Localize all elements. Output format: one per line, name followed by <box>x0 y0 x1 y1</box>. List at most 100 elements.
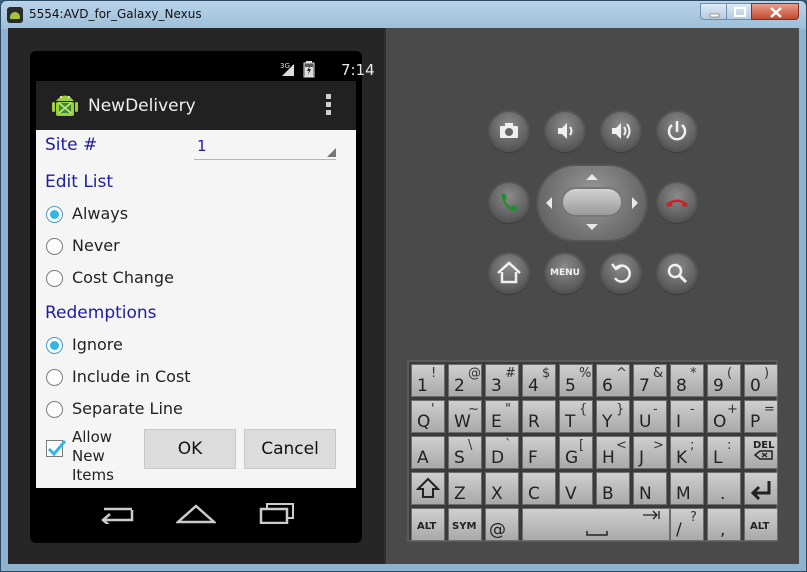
maximize-button[interactable] <box>726 3 752 20</box>
key-4[interactable]: 4 $ <box>522 364 556 397</box>
key-i[interactable]: I- <box>670 400 704 433</box>
key-7[interactable]: 7 & <box>633 364 667 397</box>
key-0[interactable]: 0) <box>744 364 778 397</box>
key-w[interactable]: W ~ <box>448 400 482 433</box>
menu-button[interactable]: MENU <box>546 254 584 292</box>
key-period[interactable]: . <box>707 472 741 505</box>
key-secondary: - <box>690 402 695 417</box>
call-button[interactable] <box>490 183 528 221</box>
radio-button[interactable] <box>46 337 63 354</box>
radio-button[interactable] <box>46 238 63 255</box>
key-x[interactable]: X <box>485 472 519 505</box>
title-bar[interactable]: 5554:AVD_for_Galaxy_Nexus <box>1 1 806 29</box>
dpad[interactable] <box>538 166 646 240</box>
key-6[interactable]: 6 ^ <box>596 364 630 397</box>
key-t[interactable]: T{ <box>559 400 593 433</box>
key-2[interactable]: 2 @ <box>448 364 482 397</box>
key-z[interactable]: Z <box>448 472 482 505</box>
camera-button[interactable] <box>490 112 528 150</box>
home-button[interactable] <box>490 254 528 292</box>
radio-button[interactable] <box>46 401 63 418</box>
key-n[interactable]: N <box>633 472 667 505</box>
key-alt-right[interactable]: ALT <box>744 508 778 541</box>
power-button[interactable] <box>658 112 696 150</box>
volume-up-icon <box>612 123 631 139</box>
radio-button[interactable] <box>46 369 63 386</box>
key-f[interactable]: F <box>522 436 556 469</box>
key-primary: 6 <box>602 376 613 396</box>
key-del[interactable]: DEL <box>744 436 778 469</box>
site-spinner[interactable]: 1 <box>194 137 336 160</box>
key-3[interactable]: 3 # <box>485 364 519 397</box>
key-h[interactable]: H < <box>596 436 630 469</box>
key-s[interactable]: S \ <box>448 436 482 469</box>
key-primary: Q <box>417 412 431 432</box>
key-8[interactable]: 8 * <box>670 364 704 397</box>
key-o[interactable]: O + <box>707 400 741 433</box>
key-e[interactable]: E " <box>485 400 519 433</box>
radio-button[interactable] <box>46 206 63 223</box>
checkbox[interactable] <box>46 440 67 457</box>
key-secondary: - <box>653 402 658 417</box>
key-l[interactable]: L: <box>707 436 741 469</box>
edit-list-label: Edit List <box>45 172 114 192</box>
key-p[interactable]: P = <box>744 400 778 433</box>
key-shift[interactable] <box>411 472 445 505</box>
key-primary: J <box>639 448 645 468</box>
key-v[interactable]: V <box>559 472 593 505</box>
volume-up-button[interactable] <box>602 112 640 150</box>
key-9[interactable]: 9( <box>707 364 741 397</box>
sym-label: SYM <box>452 521 477 532</box>
allow-new-items-checkbox[interactable]: Allow New Items <box>46 428 141 488</box>
key-sym[interactable]: SYM <box>448 508 482 541</box>
key-r[interactable]: R <box>522 400 556 433</box>
key-primary: R <box>528 412 540 432</box>
key-primary: X <box>491 484 503 504</box>
back-icon[interactable] <box>98 502 134 524</box>
minimize-button[interactable] <box>700 3 727 20</box>
cancel-button[interactable]: Cancel <box>244 429 336 469</box>
key-secondary: + <box>727 402 738 417</box>
key-primary: 0 <box>750 376 761 396</box>
key-slash[interactable]: /? <box>670 508 704 541</box>
key-u[interactable]: U- <box>633 400 667 433</box>
ok-button[interactable]: OK <box>144 429 236 469</box>
key-1[interactable]: 1! <box>411 364 445 397</box>
key-g[interactable]: G[ <box>559 436 593 469</box>
key-at[interactable]: @ <box>485 508 519 541</box>
key-j[interactable]: J > <box>633 436 667 469</box>
search-button[interactable] <box>658 254 696 292</box>
radio-label: Never <box>72 236 120 255</box>
site-value: 1 <box>197 137 207 155</box>
recent-apps-icon[interactable] <box>259 502 295 524</box>
end-call-icon <box>666 199 688 207</box>
key-primary: V <box>565 484 577 504</box>
key-a[interactable]: A <box>411 436 445 469</box>
key-b[interactable]: B <box>596 472 630 505</box>
key-space[interactable] <box>522 508 670 541</box>
dpad-center-button[interactable] <box>563 189 621 215</box>
key-d[interactable]: D ` <box>485 436 519 469</box>
back-button[interactable] <box>602 254 640 292</box>
overflow-menu-icon[interactable] <box>323 94 333 118</box>
key-y[interactable]: Y} <box>596 400 630 433</box>
key-primary: 2 <box>454 376 465 396</box>
key-c[interactable]: C <box>522 472 556 505</box>
key-alt-left[interactable]: ALT <box>411 508 445 541</box>
phone-call-icon <box>501 193 518 211</box>
key-k[interactable]: K; <box>670 436 704 469</box>
end-call-button[interactable] <box>658 183 696 221</box>
key-comma[interactable]: , <box>707 508 741 541</box>
key-secondary: : <box>727 438 732 453</box>
status-time: 7:14 <box>341 61 375 79</box>
key-q[interactable]: Q ' <box>411 400 445 433</box>
home-nav-icon[interactable] <box>176 502 216 524</box>
android-app-icon <box>7 7 23 23</box>
close-button[interactable] <box>751 3 799 20</box>
key-m[interactable]: M <box>670 472 704 505</box>
key-5[interactable]: 5% <box>559 364 593 397</box>
volume-down-button[interactable] <box>546 112 584 150</box>
radio-button[interactable] <box>46 270 63 287</box>
camera-icon <box>500 123 518 138</box>
key-enter[interactable] <box>744 472 778 505</box>
